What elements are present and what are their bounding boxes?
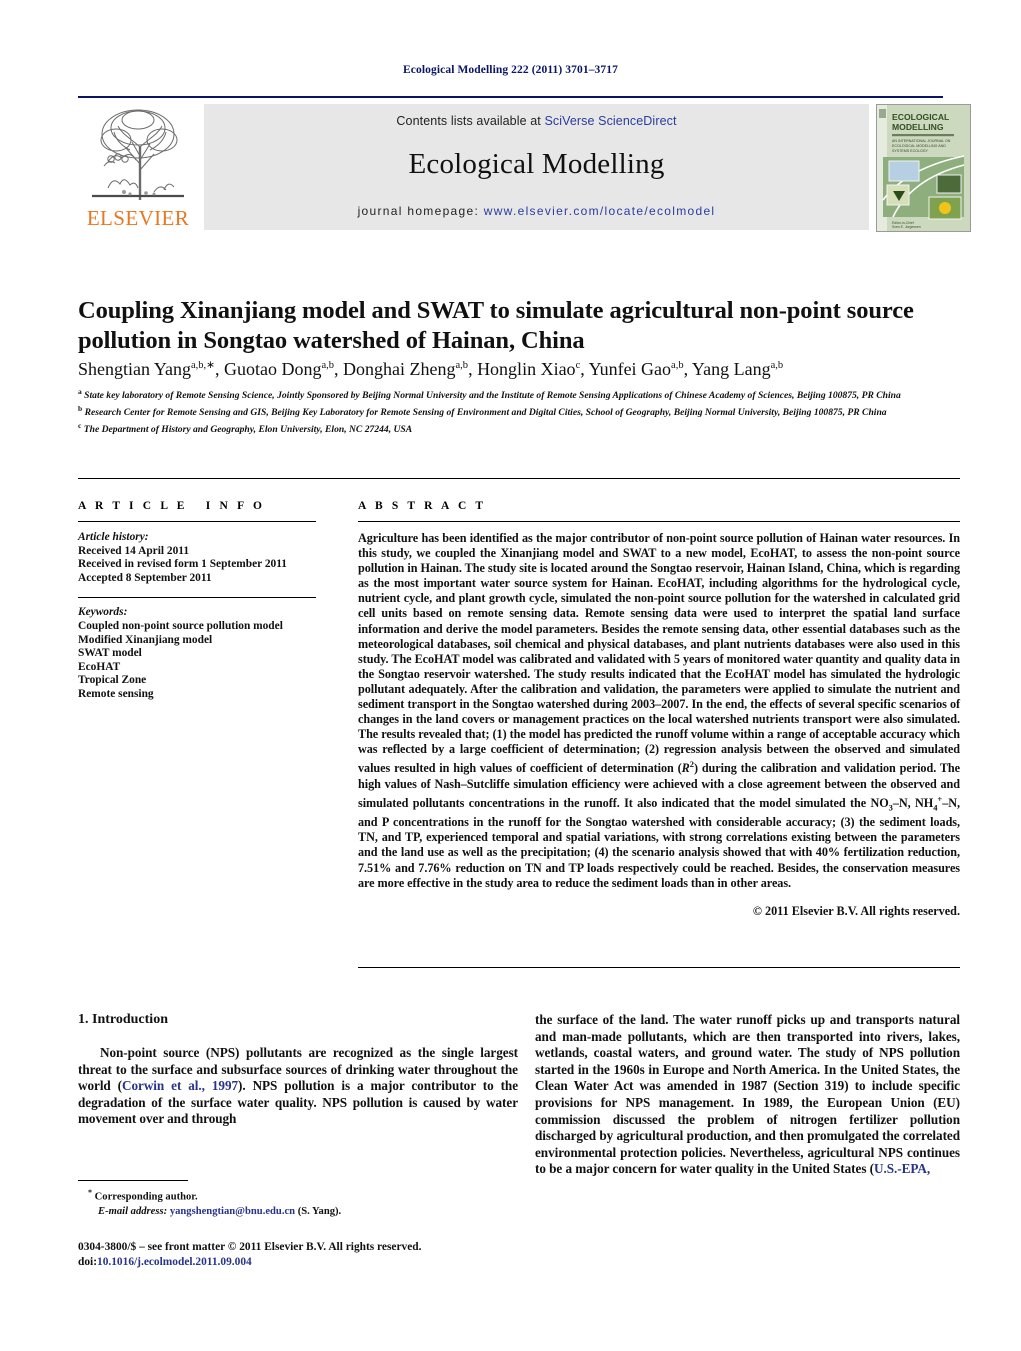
svg-text:ECOLOGICAL MODELLING AND: ECOLOGICAL MODELLING AND (892, 144, 946, 148)
svg-text:ECOLOGICAL: ECOLOGICAL (892, 112, 949, 122)
doi-label: doi: (78, 1255, 97, 1268)
abstract-text: Agriculture has been identified as the m… (358, 531, 961, 890)
author-list: Shengtian Yanga,b,∗, Guotao Donga,b, Don… (78, 359, 784, 379)
keyword-item: EcoHAT (78, 660, 121, 673)
introduction-left-column: 1. Introduction Non-point source (NPS) p… (78, 1012, 518, 1128)
abstract-end-rule (358, 967, 960, 968)
svg-text:AN INTERNATIONAL JOURNAL ON: AN INTERNATIONAL JOURNAL ON (892, 139, 951, 143)
email-line: E-mail address: yangshengtian@bnu.edu.cn… (88, 1205, 518, 1219)
affiliation-item: b Research Center for Remote Sensing and… (78, 403, 887, 418)
affiliation-list: a State key laboratory of Remote Sensing… (78, 386, 960, 436)
history-item: Accepted 8 September 2011 (78, 571, 212, 584)
doi-line: doi:10.1016/j.ecolmodel.2011.09.004 (78, 1255, 528, 1270)
abstract-section-rule (78, 478, 960, 479)
homepage-url-link[interactable]: www.elsevier.com/locate/ecolmodel (484, 204, 716, 218)
introduction-right-column: the surface of the land. The water runof… (535, 1012, 960, 1178)
history-item: Received in revised form 1 September 201… (78, 558, 288, 571)
section-heading-introduction: 1. Introduction (78, 1012, 168, 1027)
journal-homepage-line: journal homepage: www.elsevier.com/locat… (204, 204, 869, 218)
running-head: Ecological Modelling 222 (2011) 3701–371… (403, 64, 618, 76)
article-info-divider (78, 521, 316, 522)
article-history-label: Article history: (78, 531, 149, 543)
contents-prefix: Contents lists available at (396, 114, 545, 128)
abstract-column: A B S T R A C T Agriculture has been ide… (358, 500, 960, 919)
svg-text:Sven E. Jorgensen: Sven E. Jorgensen (892, 225, 921, 229)
svg-text:SYSTEMS ECOLOGY: SYSTEMS ECOLOGY (892, 149, 929, 153)
elsevier-wordmark: ELSEVIER (86, 206, 190, 230)
elsevier-tree-logo: ELSEVIER (78, 104, 198, 230)
imprint-block: 0304-3800/$ – see front matter © 2011 El… (78, 1240, 528, 1269)
abstract-copyright: © 2011 Elsevier B.V. All rights reserved… (752, 903, 960, 918)
journal-title: Ecological Modelling (408, 148, 665, 180)
journal-masthead: ELSEVIER Contents lists available at Sci… (78, 104, 971, 232)
affiliation-item: a State key laboratory of Remote Sensing… (78, 387, 901, 402)
issn-copyright-line: 0304-3800/$ – see front matter © 2011 El… (78, 1241, 422, 1253)
article-info-column: A R T I C L E I N F O Article history: R… (78, 500, 316, 702)
corresponding-author-text: Corresponding author. (94, 1191, 198, 1203)
keyword-item: SWAT model (78, 647, 142, 660)
journal-article-page: Ecological Modelling 222 (2011) 3701–371… (0, 0, 1021, 1351)
header-rule (78, 96, 943, 98)
article-info-heading: A R T I C L E I N F O (78, 500, 266, 512)
keywords-block: Keywords: Coupled non-point source pollu… (78, 606, 316, 701)
masthead-panel: Contents lists available at SciVerse Sci… (204, 104, 869, 230)
history-item: Received 14 April 2011 (78, 544, 190, 557)
abstract-heading: A B S T R A C T (358, 500, 487, 512)
corresponding-author-footnote: * Corresponding author. E-mail address: … (88, 1186, 518, 1219)
affiliation-item: c The Department of History and Geograph… (78, 420, 413, 435)
intro-paragraph-left: Non-point source (NPS) pollutants are re… (78, 1045, 518, 1127)
doi-link[interactable]: 10.1016/j.ecolmodel.2011.09.004 (97, 1256, 252, 1268)
article-history-block: Article history: Received 14 April 2011 … (78, 531, 316, 585)
homepage-prefix: journal homepage: (357, 204, 484, 218)
svg-text:MODELLING: MODELLING (892, 122, 944, 132)
keywords-divider (78, 597, 316, 599)
sciencedirect-link[interactable]: SciVerse ScienceDirect (544, 114, 676, 128)
keyword-item: Tropical Zone (78, 674, 147, 687)
email-suffix: (S. Yang). (297, 1205, 342, 1217)
keyword-item: Remote sensing (78, 687, 154, 700)
asterisk-icon: * (88, 1188, 92, 1197)
footnote-rule (78, 1180, 188, 1181)
keyword-item: Modified Xinanjiang model (78, 633, 213, 646)
email-label: E-mail address: (98, 1205, 168, 1217)
keyword-item: Coupled non-point source pollution model (78, 619, 283, 632)
keywords-label: Keywords: (78, 606, 128, 619)
corresponding-author-line: * Corresponding author. (88, 1186, 518, 1205)
contents-available-line: Contents lists available at SciVerse Sci… (204, 114, 869, 128)
abstract-divider (358, 521, 960, 522)
intro-paragraph-right: the surface of the land. The water runof… (535, 1012, 960, 1177)
email-link[interactable]: yangshengtian@bnu.edu.cn (170, 1206, 295, 1217)
journal-cover-thumbnail: ECOLOGICAL MODELLING AN INTERNATIONAL JO… (876, 104, 971, 232)
page-title: Coupling Xinanjiang model and SWAT to si… (78, 297, 914, 355)
